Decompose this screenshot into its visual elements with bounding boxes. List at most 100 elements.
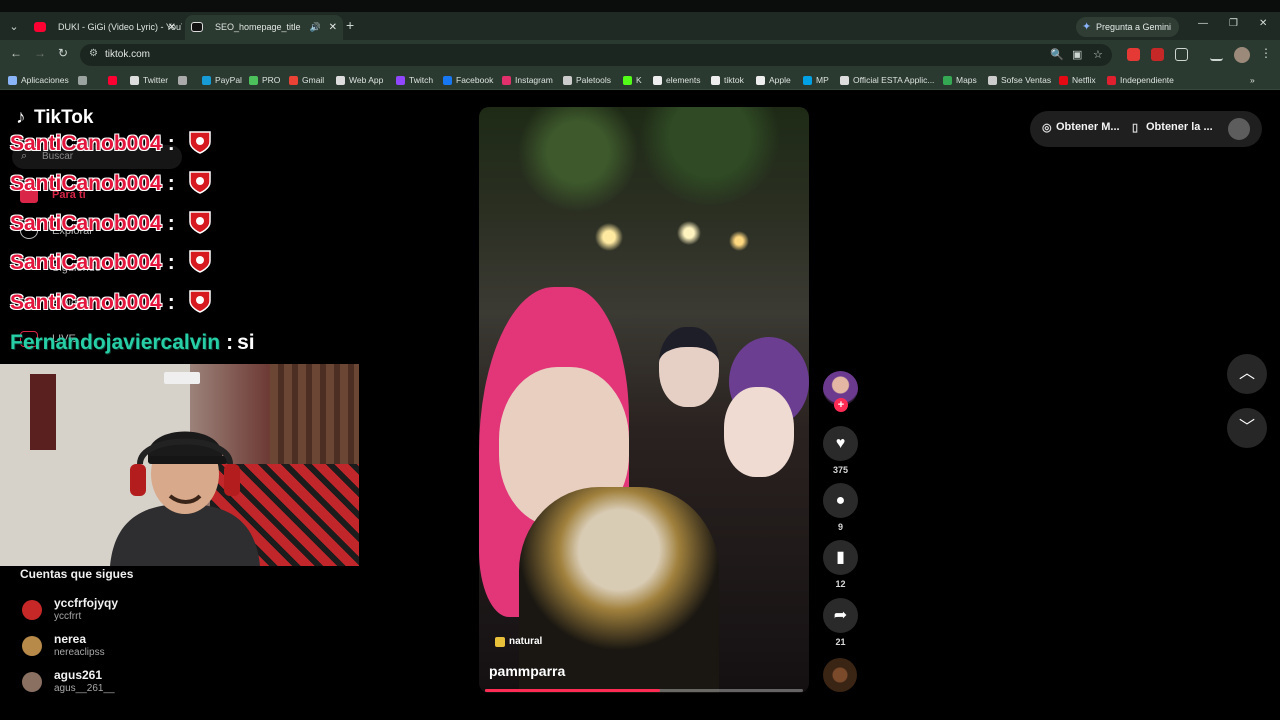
bookmark-esta[interactable]: Official ESTA Applic...	[840, 73, 934, 87]
video-progress-bar[interactable]	[485, 689, 803, 692]
bookmark-paypal[interactable]: PayPal	[202, 73, 242, 87]
bookmark-gmail[interactable]: Gmail	[289, 73, 324, 87]
tab-tiktok[interactable]: SEO_homepage_title 🔊 ✕	[185, 15, 343, 40]
creator-avatar[interactable]: +	[823, 371, 858, 412]
extension-icon[interactable]	[1127, 48, 1140, 61]
back-button[interactable]: ←	[10, 46, 22, 60]
browser-toolbar: ← → ↻ ⚙ tiktok.com 🔍 ▣ ☆ ⋮	[0, 40, 1280, 70]
esta-icon	[840, 76, 849, 85]
get-app-button[interactable]: ▯ Obtener la ...	[1132, 121, 1213, 134]
site-info-icon[interactable]: ⚙	[89, 48, 98, 59]
address-bar[interactable]: ⚙ tiktok.com 🔍 ▣ ☆	[80, 44, 1112, 66]
avatar	[22, 600, 42, 620]
video-tag[interactable]: natural	[495, 636, 542, 647]
like-button[interactable]: ♥ 375	[823, 426, 858, 475]
profile-avatar[interactable]	[1234, 47, 1250, 63]
chat-username: SantiCanob004	[10, 212, 162, 235]
bookmark-maps[interactable]: Maps	[943, 73, 977, 87]
forward-button[interactable]: →	[34, 46, 46, 60]
get-coins-button[interactable]: ◎ Obtener M...	[1042, 121, 1120, 134]
restore-button[interactable]: ❐	[1229, 18, 1238, 29]
club-shield-icon	[188, 289, 211, 314]
gemini-icon: ✦	[1082, 21, 1092, 33]
chat-line: SantiCanob004:	[10, 290, 211, 316]
chevron-down-icon: ﹀	[1238, 419, 1255, 436]
instagram-icon	[502, 76, 511, 85]
comment-icon: ●	[823, 483, 858, 518]
tiktok-logo[interactable]: ♪ TikTok	[16, 107, 93, 129]
club-shield-icon	[188, 170, 211, 195]
zoom-icon[interactable]: 🔍	[1050, 48, 1064, 61]
pro-icon	[249, 76, 258, 85]
bookmark-twitter[interactable]: Twitter	[130, 73, 168, 87]
like-count: 375	[832, 465, 849, 475]
bookmark-paletools[interactable]: Paletools	[563, 73, 611, 87]
twitch-icon	[396, 76, 405, 85]
video-progress-fill	[485, 689, 660, 692]
comment-button[interactable]: ● 9	[823, 483, 858, 532]
account-name: agus261	[54, 668, 103, 682]
bookmark-pro[interactable]: PRO	[249, 73, 280, 87]
bookmark-apps[interactable]: Aplicaciones	[8, 73, 69, 87]
media-control-icon[interactable]	[1210, 48, 1223, 61]
bookmark-unnamed[interactable]	[178, 73, 191, 87]
followed-account[interactable]: agus261 agus__261__	[20, 668, 220, 698]
follow-plus-icon[interactable]: +	[834, 398, 848, 412]
reload-button[interactable]: ↻	[58, 46, 68, 60]
bookmark-tiktok[interactable]: tiktok	[711, 73, 744, 87]
followed-account[interactable]: nerea nereaclipss	[20, 632, 220, 662]
close-tab-icon[interactable]: ✕	[168, 15, 176, 40]
followed-account[interactable]: yccfrfojyqy yccfrrt	[20, 596, 220, 626]
tiktok-icon	[711, 76, 720, 85]
tab-search-icon[interactable]: ⌄	[4, 19, 24, 35]
share-arrow-icon: ➦	[823, 598, 858, 633]
bookmark-independiente[interactable]: Independiente	[1107, 73, 1174, 87]
bookmark-netflix[interactable]: Netflix	[1059, 73, 1096, 87]
save-button[interactable]: ▮ 12	[823, 540, 858, 589]
menu-icon[interactable]: ⋮	[1260, 46, 1272, 60]
tiktok-favicon-icon	[191, 22, 203, 32]
close-tab-icon[interactable]: ✕	[329, 15, 337, 40]
bookmark-webapp[interactable]: Web App	[336, 73, 383, 87]
cast-icon[interactable]: ▣	[1072, 48, 1082, 61]
video-player[interactable]: natural pammparra	[479, 107, 809, 693]
video-person-back	[659, 327, 719, 407]
club-shield-icon	[188, 249, 211, 274]
gemini-label: Pregunta a Gemini	[1096, 22, 1172, 32]
bookmark-sofse[interactable]: Sofse Ventas	[988, 73, 1051, 87]
tab-youtube[interactable]: DUKI - GiGi (Video Lyric) - YouT ✕	[28, 15, 182, 40]
minimize-button[interactable]: —	[1198, 18, 1208, 29]
bookmark-star-icon[interactable]: ☆	[1093, 48, 1103, 61]
next-video-button[interactable]: ﹀	[1227, 408, 1267, 448]
previous-video-button[interactable]: ︿	[1227, 354, 1267, 394]
music-disc-icon[interactable]	[823, 658, 857, 692]
chat-message: si	[237, 331, 255, 354]
club-shield-icon	[188, 130, 211, 155]
bookmark-mp[interactable]: MP	[803, 73, 829, 87]
close-window-button[interactable]: ✕	[1259, 18, 1267, 29]
gemini-button[interactable]: ✦ Pregunta a Gemini	[1076, 17, 1180, 37]
bookmark-kick[interactable]: K	[623, 73, 642, 87]
extensions-puzzle-icon[interactable]	[1175, 48, 1188, 61]
video-street-lights	[569, 217, 769, 257]
bookmark-facebook[interactable]: Facebook	[443, 73, 493, 87]
youtube-icon	[108, 76, 117, 85]
profile-avatar[interactable]	[1228, 118, 1250, 140]
bookmark-youtube[interactable]	[108, 73, 121, 87]
apps-grid-icon	[8, 76, 17, 85]
new-tab-button[interactable]: +	[346, 17, 354, 33]
extension-icon[interactable]	[1151, 48, 1164, 61]
bookmark-apple[interactable]: Apple	[756, 73, 791, 87]
video-author[interactable]: pammparra	[489, 663, 565, 679]
speaker-icon[interactable]: 🔊	[310, 15, 321, 40]
more-bookmarks-icon[interactable]: »	[1250, 73, 1255, 87]
bookmark-twitch[interactable]: Twitch	[396, 73, 433, 87]
streamer-webcam	[0, 364, 359, 566]
bookmark-grid[interactable]	[78, 73, 91, 87]
share-button[interactable]: ➦ 21	[823, 598, 858, 647]
avatar	[22, 672, 42, 692]
bookmark-instagram[interactable]: Instagram	[502, 73, 553, 87]
paypal-icon	[202, 76, 211, 85]
bookmark-elements[interactable]: elements	[653, 73, 701, 87]
circle-icon	[178, 76, 187, 85]
